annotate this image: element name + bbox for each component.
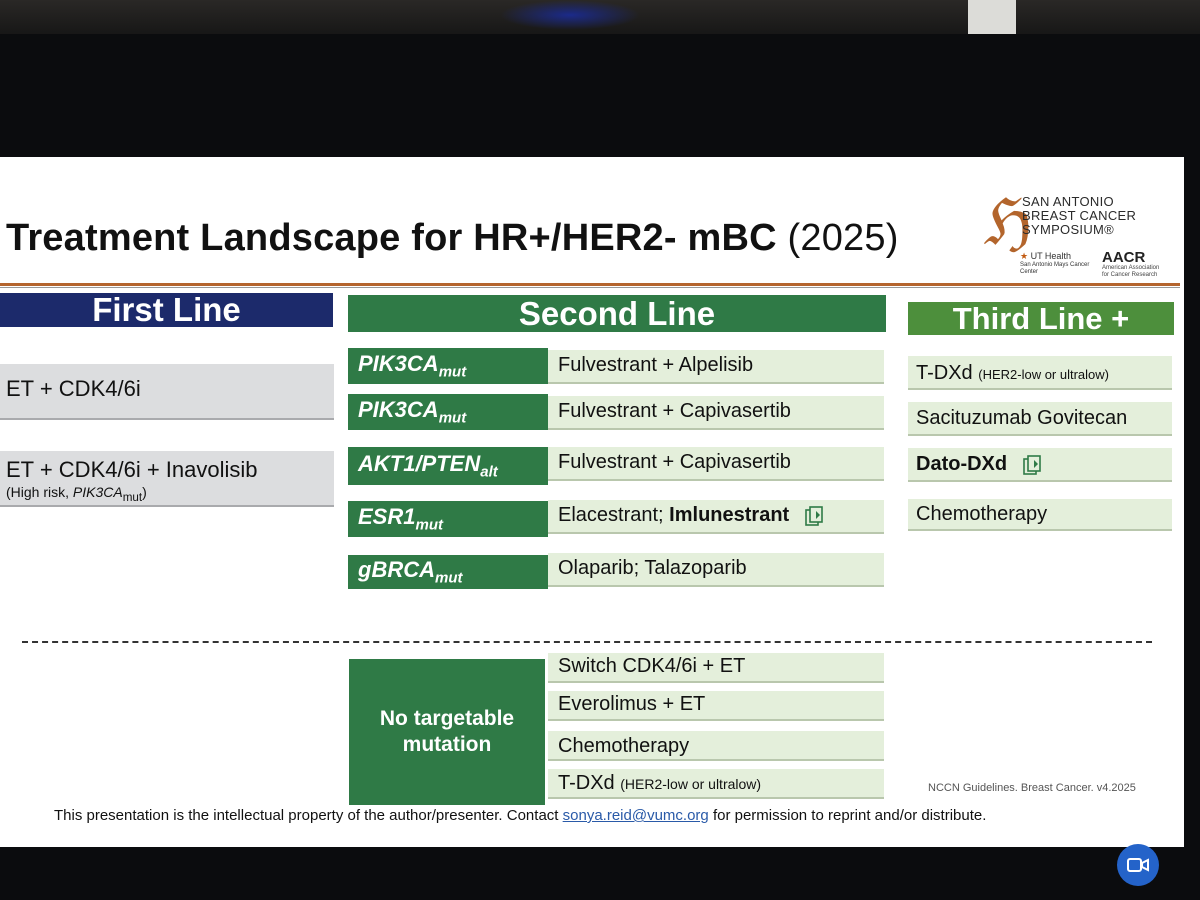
no-target-tag: No targetable mutation: [349, 659, 545, 805]
option-note: (HER2-low or ultralow): [978, 367, 1109, 382]
no-target-option: Switch CDK4/6i + ET: [548, 653, 884, 683]
marker-sub: mut: [438, 363, 467, 381]
logo-line-3: SYMPOSIUM®: [1022, 222, 1115, 237]
option-label: T-DXd: [558, 772, 615, 794]
ut-health-logo: ★ UT Health San Antonio Mays Cancer Cent…: [1020, 251, 1090, 276]
logo-org-name: SAN ANTONIO BREAST CANCER SYMPOSIUM®: [1022, 195, 1136, 237]
aacr-sub: American Association for Cancer Research: [1102, 265, 1160, 278]
ut-star-icon: ★: [1020, 251, 1029, 261]
marker-label: gBRCA: [358, 557, 435, 582]
marker-tag: PIK3CAmut: [348, 394, 548, 430]
therapy-bold: Imlunestrant: [669, 504, 790, 526]
third-line-option: Dato-DXd: [908, 448, 1172, 482]
title-rule-thin: [0, 287, 1180, 288]
footer-text: This presentation is the intellectual pr…: [54, 807, 559, 824]
first-line-option: ET + CDK4/6i: [0, 364, 334, 420]
therapy-cell: Fulvestrant + Capivasertib: [548, 396, 884, 430]
new-document-icon: [1023, 454, 1041, 475]
therapy-cell: Olaparib; Talazoparib: [548, 553, 884, 587]
third-line-option: Chemotherapy: [908, 499, 1172, 531]
video-camera-icon: [1127, 858, 1149, 872]
first-line-header: First Line: [0, 293, 333, 327]
presentation-slide: Treatment Landscape for HR+/HER2- mBC (2…: [0, 157, 1184, 847]
marker-sub: mut: [415, 516, 443, 534]
first-line-option-note: (High risk, PIK3CAmut): [6, 484, 334, 504]
therapy-label: Elacestrant;: [558, 504, 670, 526]
marker-tag: AKT1/PTENalt: [348, 447, 548, 485]
logo-line-1: SAN ANTONIO: [1022, 194, 1114, 209]
first-line-option: ET + CDK4/6i + Inavolisib (High risk, PI…: [0, 451, 334, 507]
marker-label: PIK3CA: [358, 351, 439, 376]
marker-tag: PIK3CAmut: [348, 348, 548, 384]
therapy-cell: Fulvestrant + Alpelisib: [548, 350, 884, 384]
marker-sub: mut: [438, 409, 467, 427]
title-rule: [0, 283, 1180, 286]
note-prefix: (High risk,: [6, 484, 73, 500]
no-target-option: Chemotherapy: [548, 731, 884, 761]
marker-sub: alt: [480, 463, 498, 481]
note-sub: mut: [122, 490, 143, 504]
marker-label: AKT1/PTEN: [358, 451, 481, 476]
reference-note: NCCN Guidelines. Breast Cancer. v4.2025: [928, 782, 1136, 794]
ut-health-sub: San Antonio Mays Cancer Center: [1020, 262, 1090, 275]
slide-title: Treatment Landscape for HR+/HER2- mBC (2…: [6, 217, 899, 260]
title-text: Treatment Landscape for HR+/HER2- mBC: [6, 217, 777, 259]
second-line-header: Second Line: [348, 295, 886, 332]
therapy-cell: Fulvestrant + Capivasertib: [548, 447, 884, 481]
aacr-logo: AACR: [1102, 249, 1146, 266]
option-label: T-DXd: [916, 362, 973, 384]
no-target-option: T-DXd (HER2-low or ultralow): [548, 769, 884, 799]
ambient-light: [500, 0, 640, 30]
marker-label: PIK3CA: [358, 397, 439, 422]
section-divider: [22, 641, 1152, 643]
note-gene: PIK3CA: [72, 484, 123, 500]
note-suffix: ): [142, 484, 147, 500]
new-document-icon: [805, 505, 824, 526]
ut-health-label: UT Health: [1030, 251, 1071, 261]
marker-label: ESR1: [358, 504, 416, 529]
option-note: (HER2-low or ultralow): [620, 776, 762, 792]
first-line-option-label: ET + CDK4/6i + Inavolisib: [6, 457, 258, 482]
title-year: (2025): [787, 217, 899, 259]
footer-tail: for permission to reprint and/or distrib…: [712, 807, 987, 824]
therapy-cell: Elacestrant; Imlunestrant: [548, 500, 884, 534]
video-camera-button[interactable]: [1117, 844, 1159, 886]
no-target-option: Everolimus + ET: [548, 691, 884, 721]
slide-footer: This presentation is the intellectual pr…: [54, 807, 986, 824]
option-label: Dato-DXd: [916, 453, 1008, 475]
marker-tag: ESR1mut: [348, 501, 548, 537]
marker-sub: mut: [435, 569, 463, 587]
third-line-option: Sacituzumab Govitecan: [908, 402, 1172, 436]
third-line-header: Third Line +: [908, 302, 1174, 335]
contact-email-link[interactable]: sonya.reid@vumc.org: [563, 807, 709, 824]
third-line-option: T-DXd (HER2-low or ultralow): [908, 356, 1172, 390]
marker-tag: gBRCAmut: [348, 555, 548, 589]
logo-line-2: BREAST CANCER: [1022, 208, 1137, 223]
sabcs-logo: ℌ SAN ANTONIO BREAST CANCER SYMPOSIUM® ★…: [984, 191, 1174, 281]
